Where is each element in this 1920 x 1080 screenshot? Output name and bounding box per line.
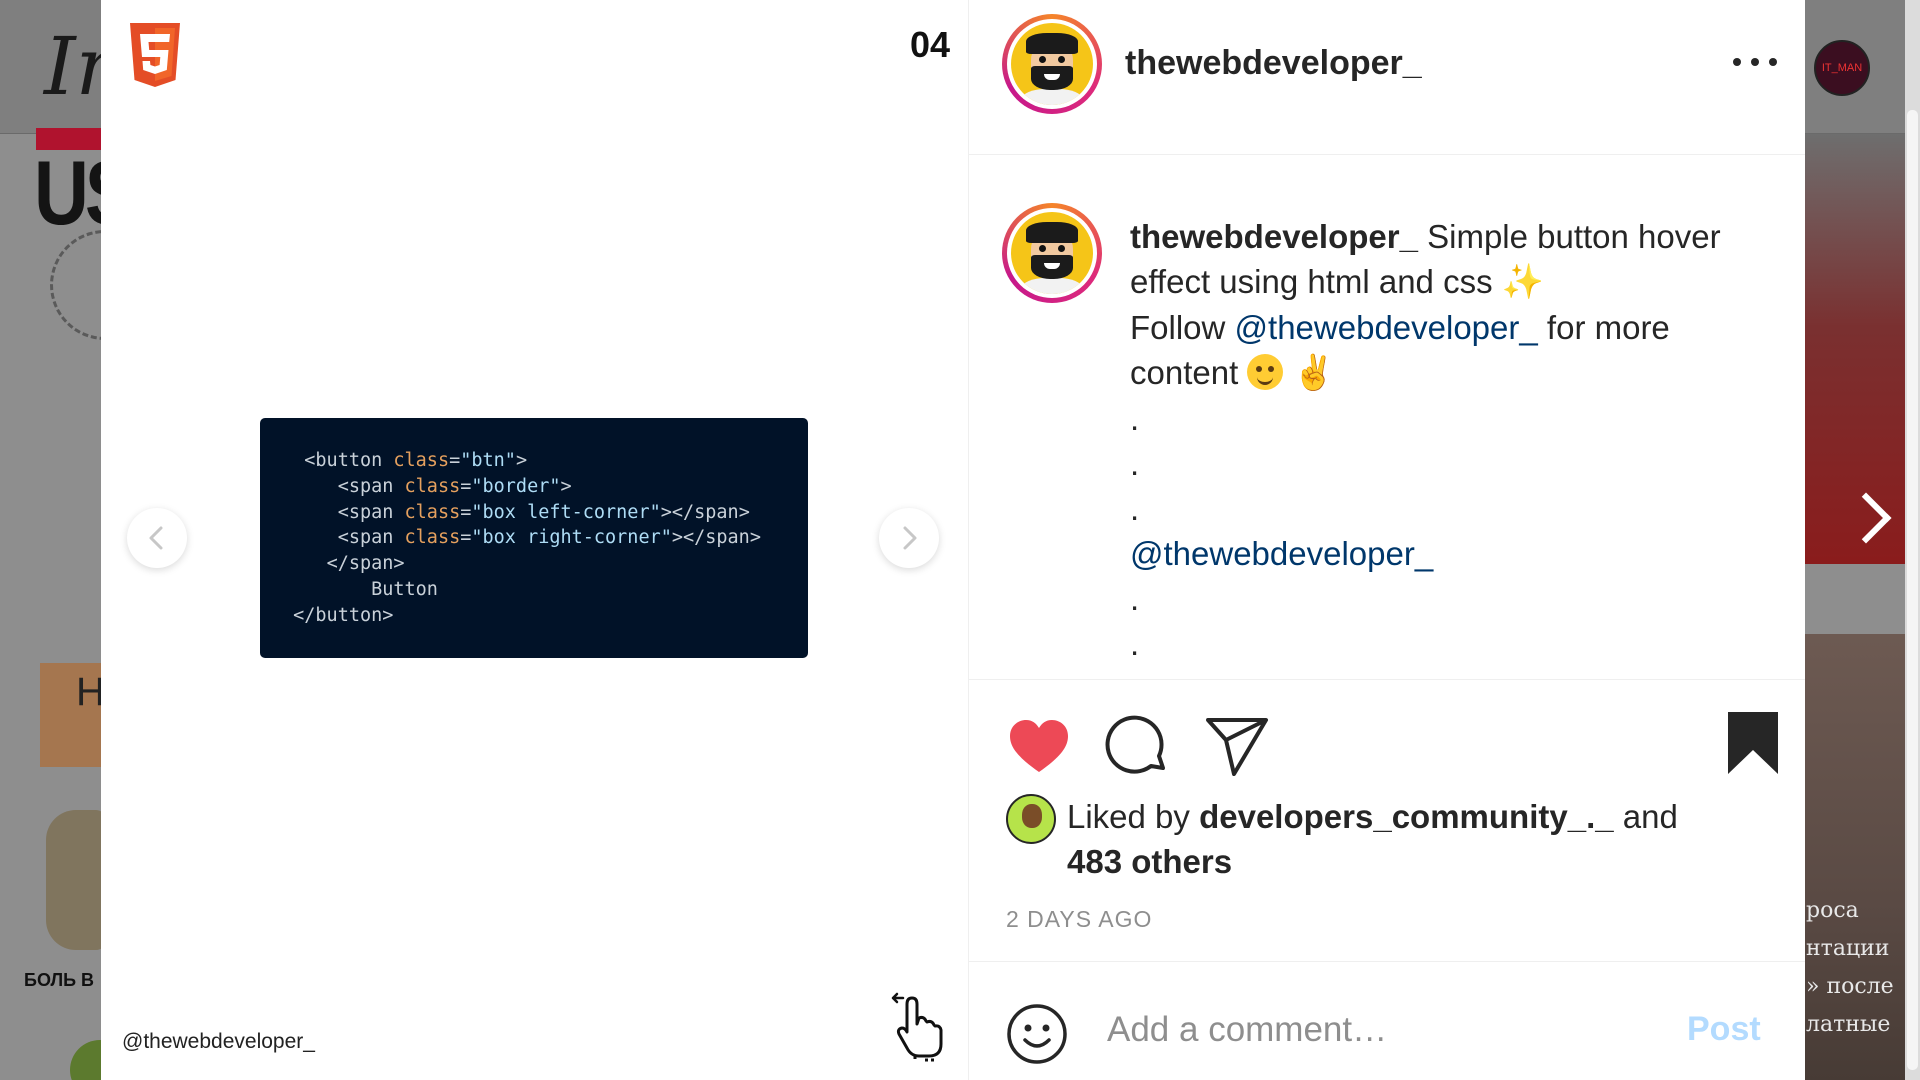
liked-by-text: Liked by developers_community_._ and 483… xyxy=(1067,794,1767,884)
code-line: </span> xyxy=(326,553,405,575)
chevron-left-icon xyxy=(149,526,163,550)
caption-mention-2[interactable]: @thewebdeveloper_ xyxy=(1130,531,1770,576)
more-options-icon[interactable] xyxy=(1733,52,1777,72)
liked-by-mid: and xyxy=(1613,798,1678,835)
sparkles-icon: ✨ xyxy=(1501,263,1545,301)
swipe-hand-icon xyxy=(891,992,943,1062)
post-modal: 04 <button class="btn"> <span class="bor… xyxy=(101,0,1805,1080)
caption-dot: . xyxy=(1130,490,1140,527)
background-right-avatar[interactable]: IT_MAN xyxy=(1814,40,1870,96)
share-send-icon[interactable] xyxy=(1204,714,1270,780)
code-line: </button> xyxy=(293,604,394,626)
background-right-text-2: нтации xyxy=(1806,936,1890,961)
caption-dot: . xyxy=(1130,580,1140,617)
code-line: Button xyxy=(371,578,438,600)
author-username[interactable]: thewebdeveloper_ xyxy=(1125,44,1422,83)
victory-hand-icon: ✌ xyxy=(1292,354,1335,392)
post-timestamp[interactable]: 2 DAYS AGO xyxy=(1006,906,1152,933)
html5-logo-icon xyxy=(130,23,180,87)
media-watermark-handle: @thewebdeveloper_ xyxy=(122,1030,315,1053)
caption-username[interactable]: thewebdeveloper_ xyxy=(1130,218,1418,255)
emoji-picker-icon[interactable] xyxy=(1006,1003,1068,1065)
code-snippet: <button class="btn"> <span class="border… xyxy=(260,418,808,658)
post-comment-button[interactable]: Post xyxy=(1687,1010,1761,1049)
smiling-face-icon xyxy=(1247,354,1284,390)
caption-mention[interactable]: @thewebdeveloper_ xyxy=(1235,309,1538,346)
caption-dot: . xyxy=(1130,625,1140,662)
background-right-text-3: » после xyxy=(1806,974,1894,999)
liked-by-others[interactable]: 483 others xyxy=(1067,843,1232,880)
carousel-prev-button[interactable] xyxy=(127,508,187,568)
caption-section: thewebdeveloper_ Simple button hover eff… xyxy=(969,156,1805,679)
code-line: <span class="border"> xyxy=(337,475,572,497)
background-illustration xyxy=(46,810,106,950)
slide-number: 04 xyxy=(909,24,950,65)
page-scrollbar-thumb[interactable] xyxy=(1907,110,1918,1070)
post-media[interactable]: 04 <button class="btn"> <span class="bor… xyxy=(101,0,969,1080)
caption-dot: . xyxy=(1130,400,1140,437)
carousel-next-button[interactable] xyxy=(879,508,939,568)
liked-by-user[interactable]: developers_community_._ xyxy=(1199,798,1614,835)
background-right-text-1: роса xyxy=(1806,898,1859,923)
post-sidebar: thewebdeveloper_ thewebdeveloper_ Simple… xyxy=(969,0,1805,1080)
post-actions: Liked by developers_community_._ and 483… xyxy=(969,679,1805,962)
like-heart-icon[interactable] xyxy=(1006,714,1072,780)
author-avatar[interactable] xyxy=(1002,14,1102,114)
caption-author-avatar[interactable] xyxy=(1002,203,1102,303)
bookmark-icon[interactable] xyxy=(1724,710,1782,776)
comment-input[interactable] xyxy=(1107,1002,1667,1058)
chevron-right-icon xyxy=(903,526,917,550)
comment-icon[interactable] xyxy=(1105,714,1171,780)
background-tile-caption: БОЛЬ В xyxy=(24,970,95,990)
comment-composer: Post xyxy=(969,962,1805,1080)
code-line: <span class="box left-corner"></span> xyxy=(337,501,750,523)
post-header: thewebdeveloper_ xyxy=(969,0,1805,155)
caption-follow-prefix: Follow xyxy=(1130,309,1235,346)
background-right-text-4: латные xyxy=(1806,1012,1891,1037)
post-caption: thewebdeveloper_ Simple button hover eff… xyxy=(1130,214,1770,666)
code-line: <span class="box right-corner"></span> xyxy=(337,527,761,549)
caption-dot: . xyxy=(1130,445,1140,482)
liker-avatar[interactable] xyxy=(1006,794,1056,844)
liked-by-prefix: Liked by xyxy=(1067,798,1200,835)
code-line: <button class="btn"> xyxy=(304,450,528,471)
